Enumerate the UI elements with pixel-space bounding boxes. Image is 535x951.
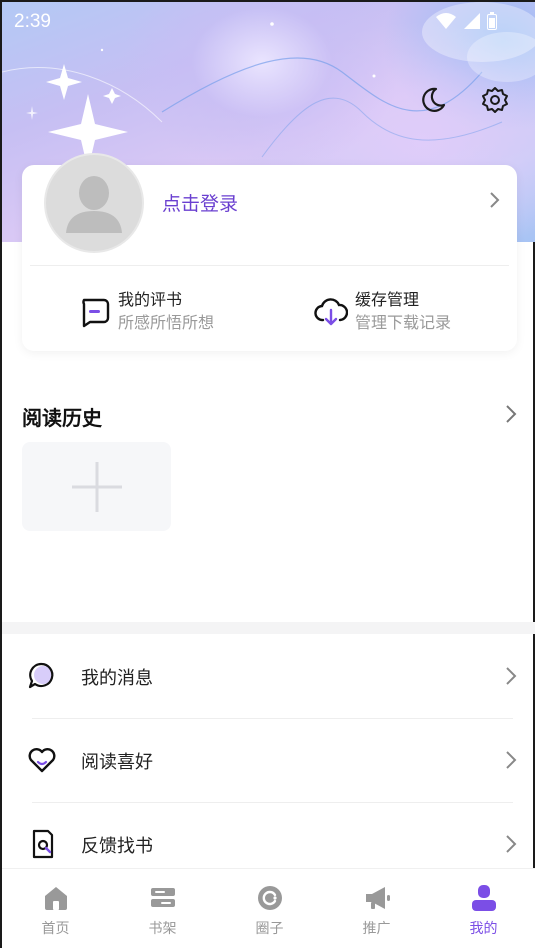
gear-icon xyxy=(482,87,508,113)
menu-label: 我的消息 xyxy=(81,668,153,689)
tab-mine[interactable]: 我的 xyxy=(430,869,535,951)
chevron-right-icon[interactable] xyxy=(489,191,501,209)
tab-label: 首页 xyxy=(41,921,70,937)
bookshelf-icon xyxy=(150,888,175,907)
menu-label: 阅读喜好 xyxy=(81,752,153,773)
avatar[interactable] xyxy=(44,153,144,253)
card-divider xyxy=(30,265,509,266)
message-icon xyxy=(28,662,54,689)
tab-label: 圈子 xyxy=(255,921,284,937)
megaphone-icon xyxy=(365,887,390,909)
comment-icon xyxy=(82,298,110,328)
tab-label: 书架 xyxy=(148,921,177,937)
heart-icon xyxy=(28,748,56,773)
settings-button[interactable] xyxy=(479,84,511,116)
quick-subtitle: 所感所悟所想 xyxy=(118,313,215,332)
tab-label: 我的 xyxy=(469,921,498,937)
circle-icon xyxy=(257,886,282,910)
home-icon xyxy=(44,887,67,910)
section-separator xyxy=(2,622,535,634)
section-title: 阅读历史 xyxy=(22,406,102,430)
signal-icon xyxy=(464,13,480,29)
search-book-icon xyxy=(32,829,54,859)
quick-subtitle: 管理下载记录 xyxy=(355,313,452,332)
cache-manage-entry[interactable]: 缓存管理 管理下载记录 xyxy=(313,289,451,335)
default-avatar-icon xyxy=(66,176,122,233)
tab-label: 推广 xyxy=(362,921,391,937)
quick-title: 缓存管理 xyxy=(355,290,420,309)
menu-label: 反馈找书 xyxy=(81,836,153,857)
status-time: 2:39 xyxy=(14,11,51,32)
login-link[interactable]: 点击登录 xyxy=(162,189,238,216)
moon-icon xyxy=(422,87,446,112)
tab-home[interactable]: 首页 xyxy=(2,869,109,951)
chevron-right-icon xyxy=(506,751,517,769)
tab-circle[interactable]: 圈子 xyxy=(216,869,323,951)
profile-card: 点击登录 我的评书 所感所悟所想 缓存管理 管理下载记录 xyxy=(22,153,517,351)
my-reviews-entry[interactable]: 我的评书 所感所悟所想 xyxy=(76,289,214,335)
status-bar: 2:39 xyxy=(2,2,535,40)
night-mode-button[interactable] xyxy=(417,84,449,116)
tab-promotion[interactable]: 推广 xyxy=(323,869,430,951)
tab-bookshelf[interactable]: 书架 xyxy=(109,869,216,951)
plus-icon xyxy=(71,461,122,512)
add-history-button[interactable] xyxy=(22,442,171,531)
wifi-icon xyxy=(436,13,456,29)
chevron-right-icon[interactable] xyxy=(505,404,517,424)
user-icon xyxy=(471,885,496,911)
chevron-right-icon xyxy=(506,835,517,853)
cloud-download-icon xyxy=(314,298,348,326)
chevron-right-icon xyxy=(506,667,517,685)
menu-item-messages[interactable]: 我的消息 xyxy=(2,634,535,718)
battery-icon xyxy=(487,12,497,30)
bottom-tab-bar: 首页 书架 圈子 推广 我的 xyxy=(2,868,535,951)
menu-item-reading-preference[interactable]: 阅读喜好 xyxy=(2,718,535,802)
quick-title: 我的评书 xyxy=(118,290,183,309)
reading-history-header[interactable]: 阅读历史 xyxy=(22,402,517,432)
